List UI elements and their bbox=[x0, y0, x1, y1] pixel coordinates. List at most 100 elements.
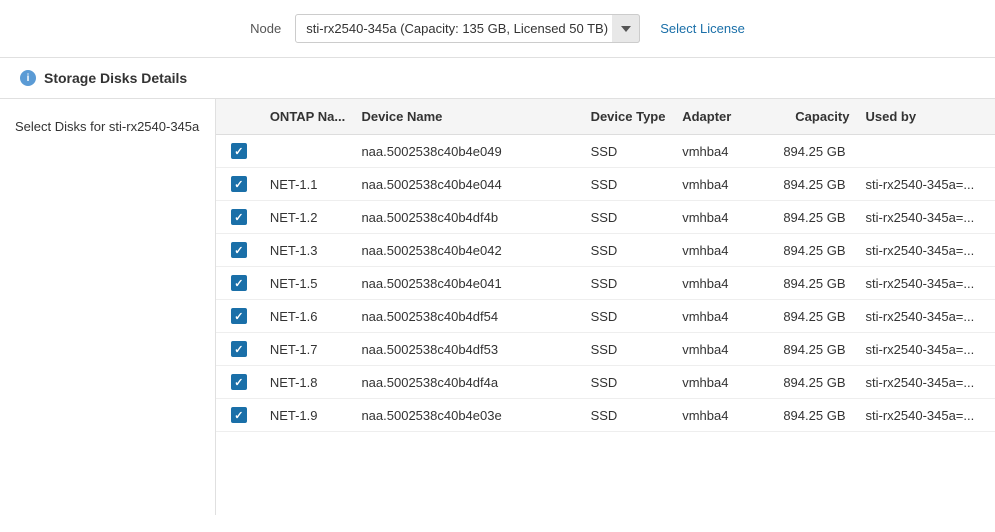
row-capacity: 894.25 GB bbox=[766, 135, 858, 168]
row-usedby: sti-rx2540-345a=... bbox=[857, 300, 995, 333]
table-row: NET-1.9 naa.5002538c40b4e03e SSD vmhba4 … bbox=[216, 399, 995, 432]
row-checkbox-cell[interactable] bbox=[216, 333, 262, 366]
row-checkbox-cell[interactable] bbox=[216, 168, 262, 201]
table-row: NET-1.2 naa.5002538c40b4df4b SSD vmhba4 … bbox=[216, 201, 995, 234]
row-ontap bbox=[262, 135, 354, 168]
row-checkbox[interactable] bbox=[231, 242, 247, 258]
select-license-link[interactable]: Select License bbox=[660, 21, 745, 36]
col-type-header: Device Type bbox=[583, 99, 675, 135]
table-row: NET-1.7 naa.5002538c40b4df53 SSD vmhba4 … bbox=[216, 333, 995, 366]
row-adapter: vmhba4 bbox=[674, 366, 766, 399]
row-device: naa.5002538c40b4df53 bbox=[353, 333, 582, 366]
row-checkbox[interactable] bbox=[231, 143, 247, 159]
info-icon: i bbox=[20, 70, 36, 86]
row-checkbox[interactable] bbox=[231, 275, 247, 291]
row-checkbox-cell[interactable] bbox=[216, 201, 262, 234]
row-checkbox-cell[interactable] bbox=[216, 300, 262, 333]
section-header: i Storage Disks Details bbox=[0, 58, 995, 99]
col-checkbox bbox=[216, 99, 262, 135]
row-adapter: vmhba4 bbox=[674, 234, 766, 267]
row-usedby: sti-rx2540-345a=... bbox=[857, 366, 995, 399]
row-usedby bbox=[857, 135, 995, 168]
table-row: NET-1.8 naa.5002538c40b4df4a SSD vmhba4 … bbox=[216, 366, 995, 399]
row-usedby: sti-rx2540-345a=... bbox=[857, 333, 995, 366]
row-checkbox[interactable] bbox=[231, 407, 247, 423]
row-type: SSD bbox=[583, 300, 675, 333]
row-checkbox-cell[interactable] bbox=[216, 234, 262, 267]
row-type: SSD bbox=[583, 135, 675, 168]
table-header-row: ONTAP Na... Device Name Device Type Adap… bbox=[216, 99, 995, 135]
table-row: NET-1.1 naa.5002538c40b4e044 SSD vmhba4 … bbox=[216, 168, 995, 201]
table-row: NET-1.3 naa.5002538c40b4e042 SSD vmhba4 … bbox=[216, 234, 995, 267]
col-ontap-header: ONTAP Na... bbox=[262, 99, 354, 135]
select-disks-label: Select Disks for sti-rx2540-345a bbox=[0, 99, 215, 515]
row-capacity: 894.25 GB bbox=[766, 168, 858, 201]
row-type: SSD bbox=[583, 201, 675, 234]
row-ontap: NET-1.5 bbox=[262, 267, 354, 300]
row-adapter: vmhba4 bbox=[674, 399, 766, 432]
row-type: SSD bbox=[583, 366, 675, 399]
col-adapter-header: Adapter bbox=[674, 99, 766, 135]
row-capacity: 894.25 GB bbox=[766, 399, 858, 432]
top-bar: Node sti-rx2540-345a (Capacity: 135 GB, … bbox=[0, 0, 995, 58]
row-adapter: vmhba4 bbox=[674, 168, 766, 201]
row-adapter: vmhba4 bbox=[674, 333, 766, 366]
main-content: Select Disks for sti-rx2540-345a ONTAP N… bbox=[0, 99, 995, 515]
row-usedby: sti-rx2540-345a=... bbox=[857, 267, 995, 300]
col-device-header: Device Name bbox=[353, 99, 582, 135]
row-ontap: NET-1.2 bbox=[262, 201, 354, 234]
row-usedby: sti-rx2540-345a=... bbox=[857, 201, 995, 234]
row-ontap: NET-1.3 bbox=[262, 234, 354, 267]
row-capacity: 894.25 GB bbox=[766, 333, 858, 366]
row-usedby: sti-rx2540-345a=... bbox=[857, 168, 995, 201]
table-container: ONTAP Na... Device Name Device Type Adap… bbox=[215, 99, 995, 515]
table-row: NET-1.5 naa.5002538c40b4e041 SSD vmhba4 … bbox=[216, 267, 995, 300]
row-adapter: vmhba4 bbox=[674, 201, 766, 234]
row-checkbox-cell[interactable] bbox=[216, 135, 262, 168]
row-ontap: NET-1.8 bbox=[262, 366, 354, 399]
node-select[interactable]: sti-rx2540-345a (Capacity: 135 GB, Licen… bbox=[295, 14, 640, 43]
col-usedby-header: Used by bbox=[857, 99, 995, 135]
row-device: naa.5002538c40b4df4a bbox=[353, 366, 582, 399]
row-ontap: NET-1.1 bbox=[262, 168, 354, 201]
row-adapter: vmhba4 bbox=[674, 300, 766, 333]
row-checkbox-cell[interactable] bbox=[216, 399, 262, 432]
table-row: NET-1.6 naa.5002538c40b4df54 SSD vmhba4 … bbox=[216, 300, 995, 333]
row-checkbox-cell[interactable] bbox=[216, 366, 262, 399]
row-type: SSD bbox=[583, 168, 675, 201]
row-capacity: 894.25 GB bbox=[766, 366, 858, 399]
row-capacity: 894.25 GB bbox=[766, 300, 858, 333]
row-ontap: NET-1.6 bbox=[262, 300, 354, 333]
section-title: Storage Disks Details bbox=[44, 70, 187, 86]
row-type: SSD bbox=[583, 399, 675, 432]
row-capacity: 894.25 GB bbox=[766, 234, 858, 267]
node-label: Node bbox=[250, 21, 281, 36]
row-checkbox[interactable] bbox=[231, 308, 247, 324]
row-device: naa.5002538c40b4df4b bbox=[353, 201, 582, 234]
row-adapter: vmhba4 bbox=[674, 135, 766, 168]
disks-table: ONTAP Na... Device Name Device Type Adap… bbox=[216, 99, 995, 432]
node-select-wrapper[interactable]: sti-rx2540-345a (Capacity: 135 GB, Licen… bbox=[295, 14, 640, 43]
row-usedby: sti-rx2540-345a=... bbox=[857, 399, 995, 432]
row-type: SSD bbox=[583, 333, 675, 366]
row-checkbox[interactable] bbox=[231, 374, 247, 390]
row-checkbox[interactable] bbox=[231, 209, 247, 225]
row-ontap: NET-1.7 bbox=[262, 333, 354, 366]
row-device: naa.5002538c40b4e044 bbox=[353, 168, 582, 201]
row-usedby: sti-rx2540-345a=... bbox=[857, 234, 995, 267]
row-device: naa.5002538c40b4df54 bbox=[353, 300, 582, 333]
row-capacity: 894.25 GB bbox=[766, 201, 858, 234]
row-type: SSD bbox=[583, 234, 675, 267]
row-device: naa.5002538c40b4e042 bbox=[353, 234, 582, 267]
row-checkbox[interactable] bbox=[231, 176, 247, 192]
row-device: naa.5002538c40b4e03e bbox=[353, 399, 582, 432]
row-type: SSD bbox=[583, 267, 675, 300]
row-checkbox[interactable] bbox=[231, 341, 247, 357]
row-device: naa.5002538c40b4e041 bbox=[353, 267, 582, 300]
row-capacity: 894.25 GB bbox=[766, 267, 858, 300]
table-row: naa.5002538c40b4e049 SSD vmhba4 894.25 G… bbox=[216, 135, 995, 168]
table-scroll[interactable]: ONTAP Na... Device Name Device Type Adap… bbox=[216, 99, 995, 515]
row-checkbox-cell[interactable] bbox=[216, 267, 262, 300]
row-adapter: vmhba4 bbox=[674, 267, 766, 300]
row-ontap: NET-1.9 bbox=[262, 399, 354, 432]
